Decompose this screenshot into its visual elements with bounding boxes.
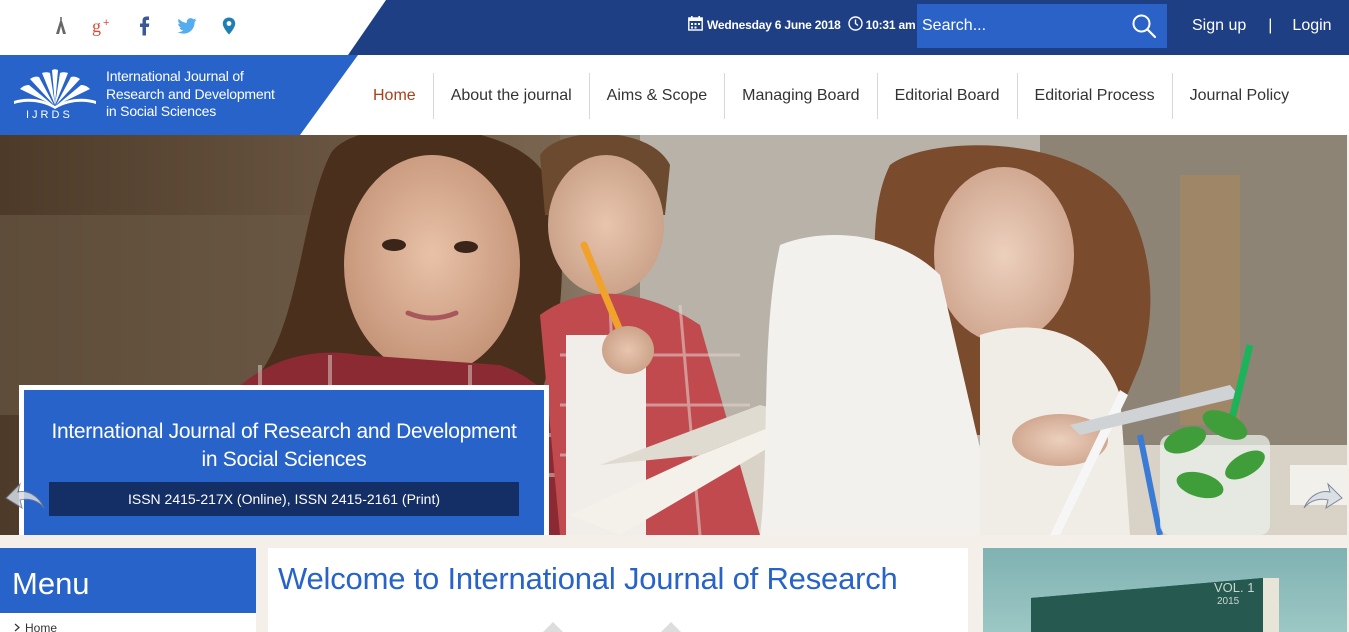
- hero-title-line-2: in Social Sciences: [201, 448, 367, 471]
- book-year: 2015: [1217, 596, 1240, 607]
- nav-editorial-process[interactable]: Editorial Process: [1018, 73, 1173, 119]
- menu-item-label: Home: [25, 621, 58, 632]
- tools-icon[interactable]: [48, 12, 74, 40]
- logo-abbreviation: IJRDS: [26, 109, 73, 121]
- logo-text: International Journal of Research and De…: [106, 68, 306, 121]
- current-time: 10:31 am: [865, 18, 916, 32]
- location-pin-icon[interactable]: [216, 12, 242, 40]
- search-icon[interactable]: [1131, 13, 1157, 44]
- decorative-diamonds: [543, 622, 681, 632]
- nav-journal-policy[interactable]: Journal Policy: [1173, 73, 1307, 119]
- google-plus-icon[interactable]: g +: [90, 12, 116, 40]
- slider-next-arrow-icon[interactable]: [1298, 480, 1344, 516]
- hero-issn: ISSN 2415-217X (Online), ISSN 2415-2161 …: [49, 482, 519, 516]
- facebook-icon[interactable]: [132, 12, 158, 40]
- slider-prev-arrow-icon[interactable]: [4, 480, 50, 516]
- book-logo-icon: [14, 69, 96, 109]
- welcome-title: Welcome to International Journal of Rese…: [278, 561, 898, 596]
- journal-book-image: VOL. 1 2015: [1031, 578, 1279, 632]
- top-bar: g + Wednesday 6 June 2018 10:31 am Searc…: [0, 0, 1349, 55]
- date-time: Wednesday 6 June 2018 10:31 am: [688, 16, 916, 34]
- sidebar-menu: Menu Home: [0, 548, 256, 632]
- svg-text:g: g: [92, 16, 101, 36]
- twitter-icon[interactable]: [174, 12, 200, 40]
- book-volume: VOL. 1: [1214, 580, 1254, 595]
- social-links: g +: [48, 12, 242, 40]
- svg-text:+: +: [103, 17, 109, 29]
- nav-managing-board[interactable]: Managing Board: [725, 73, 878, 119]
- login-link[interactable]: Login: [1292, 17, 1331, 35]
- journal-cover-panel: VOL. 1 2015: [983, 548, 1347, 632]
- header: IJRDS International Journal of Research …: [0, 55, 1349, 135]
- calendar-icon: [688, 16, 703, 34]
- chevron-right-icon: [14, 621, 20, 632]
- search-input[interactable]: [917, 17, 1122, 35]
- menu-item-home[interactable]: Home: [0, 613, 256, 632]
- hero-title-line-1: International Journal of Research and De…: [51, 420, 517, 443]
- hero-caption-title: International Journal of Research and De…: [24, 418, 544, 474]
- hero-caption: International Journal of Research and De…: [19, 385, 549, 535]
- nav-aims-scope[interactable]: Aims & Scope: [590, 73, 726, 119]
- current-date: Wednesday 6 June 2018: [707, 18, 841, 32]
- clock-icon: [847, 16, 863, 34]
- auth-separator: |: [1268, 17, 1273, 34]
- welcome-panel: Welcome to International Journal of Rese…: [268, 548, 968, 632]
- logo[interactable]: IJRDS International Journal of Research …: [0, 55, 358, 135]
- auth-links: Sign up | Login: [1192, 17, 1332, 35]
- logo-line-1: International Journal of: [106, 68, 244, 84]
- nav-about-the-journal[interactable]: About the journal: [434, 73, 590, 119]
- main-nav: Home About the journal Aims & Scope Mana…: [356, 73, 1306, 119]
- signup-link[interactable]: Sign up: [1192, 17, 1246, 35]
- hero-slider: International Journal of Research and De…: [0, 135, 1347, 535]
- logo-line-3: in Social Sciences: [106, 103, 217, 119]
- search-box: [917, 4, 1167, 48]
- nav-home[interactable]: Home: [356, 73, 434, 119]
- page: g + Wednesday 6 June 2018 10:31 am Searc…: [0, 0, 1349, 632]
- logo-line-2: Research and Development: [106, 85, 275, 102]
- nav-editorial-board[interactable]: Editorial Board: [878, 73, 1018, 119]
- menu-title: Menu: [0, 548, 256, 613]
